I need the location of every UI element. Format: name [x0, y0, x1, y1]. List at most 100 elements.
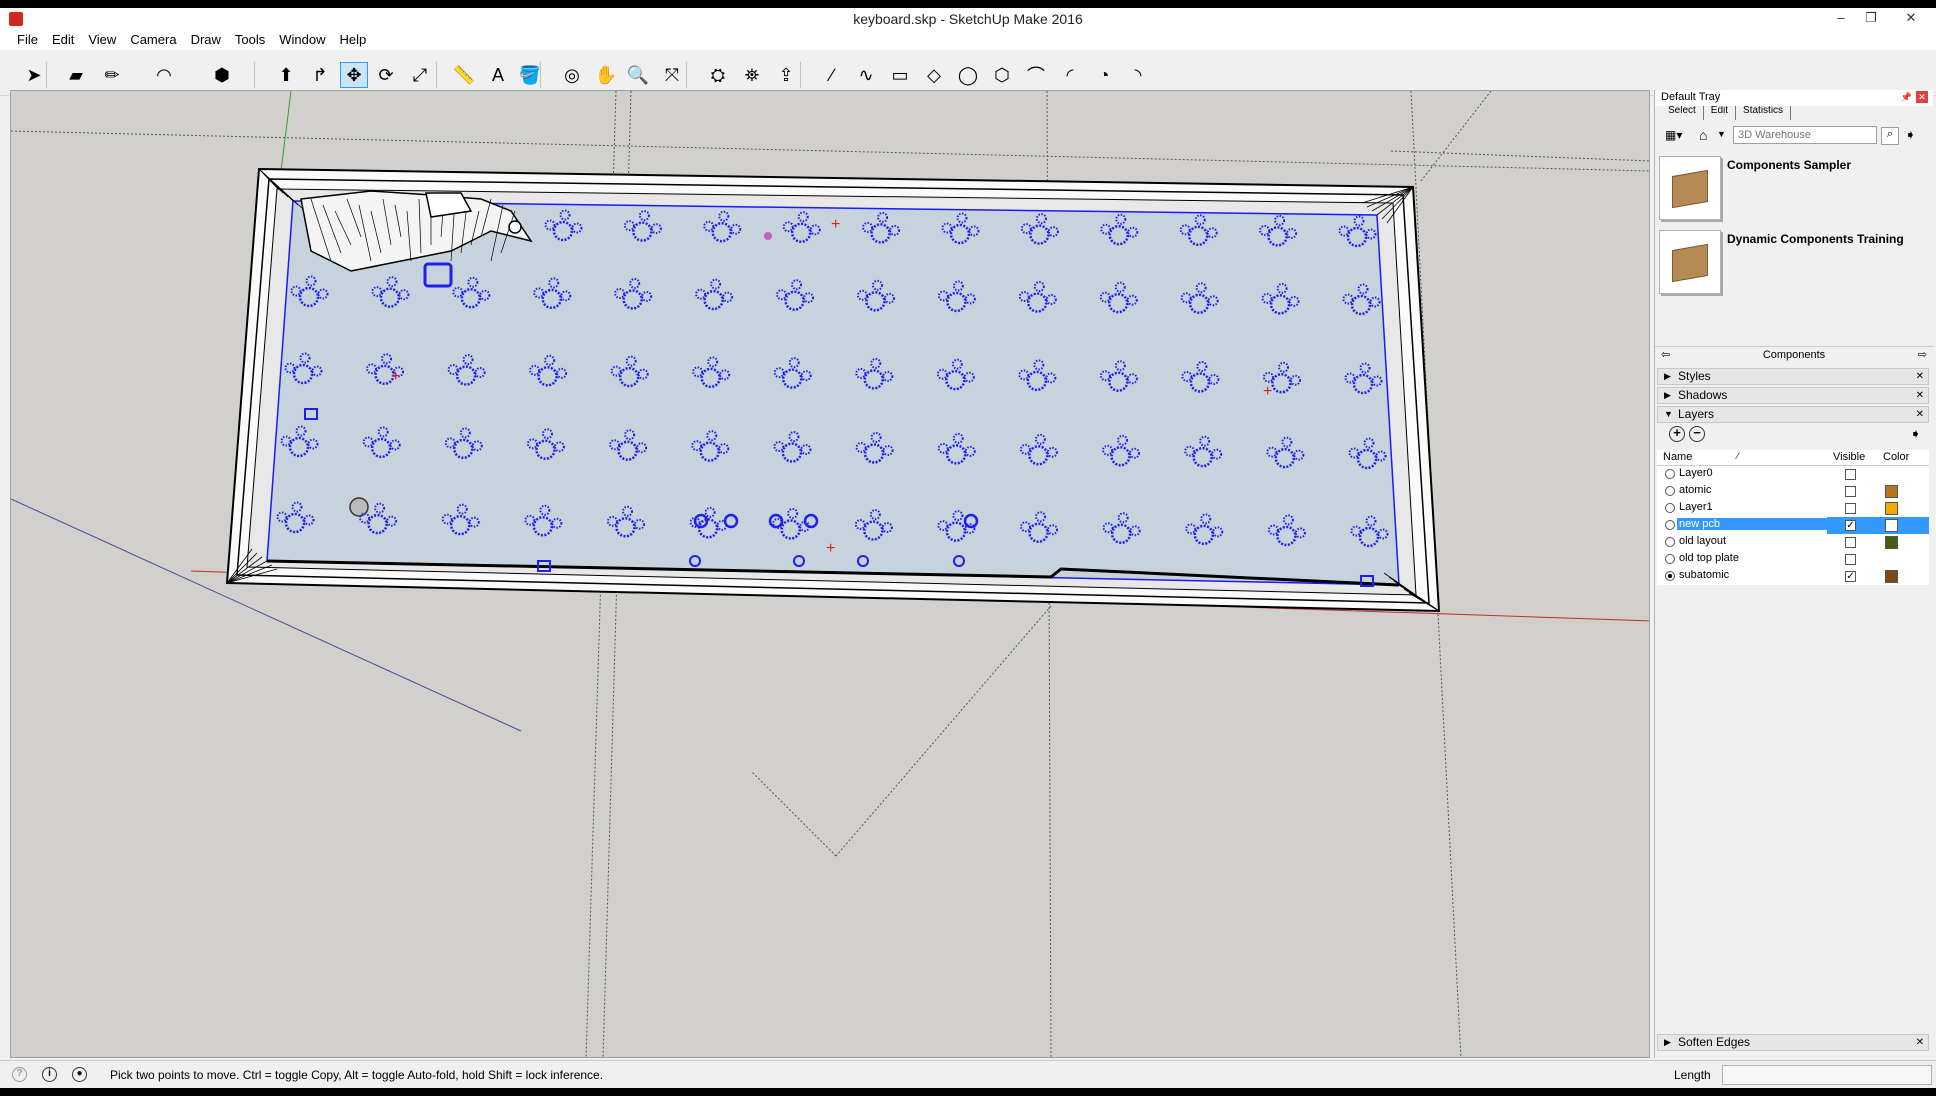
component-name[interactable]: Components Sampler [1727, 158, 1851, 172]
pin-icon[interactable]: 📌 [1901, 92, 1912, 103]
add-layer-icon[interactable]: + [1669, 426, 1685, 442]
visible-checkbox[interactable] [1845, 537, 1856, 548]
arc-center-tool-icon[interactable]: ◝ [1124, 62, 1152, 88]
arc-3pt-tool-icon[interactable]: ◜ [1056, 62, 1084, 88]
push-pull-tool-icon[interactable]: ⬆ [272, 62, 300, 88]
maximize-button[interactable]: ❐ [1856, 8, 1886, 30]
styles-panel-header[interactable]: ▶ Styles ✕ [1657, 368, 1929, 385]
active-layer-radio[interactable] [1665, 520, 1675, 530]
visible-checkbox[interactable] [1845, 469, 1856, 480]
component-item[interactable]: Components Sampler [1659, 156, 1925, 222]
close-window-button[interactable]: ✕ [1896, 8, 1926, 30]
rotated-rectangle-tool-icon[interactable]: ◇ [920, 62, 948, 88]
polygon-tool-icon[interactable]: ⬡ [988, 62, 1016, 88]
tab-edit[interactable]: Edit [1704, 106, 1737, 120]
user-account-icon[interactable]: ● [72, 1067, 87, 1082]
measurements-input[interactable] [1722, 1065, 1932, 1085]
close-panel-icon[interactable]: ✕ [1916, 369, 1924, 384]
layer-color-swatch[interactable] [1885, 536, 1898, 549]
active-layer-radio[interactable] [1665, 571, 1675, 581]
layer-name[interactable]: old top plate [1677, 552, 1839, 564]
line-tool-icon[interactable]: ✏ [98, 62, 126, 88]
minimize-button[interactable]: – [1826, 8, 1856, 30]
layer-row[interactable]: Layer0 [1657, 466, 1929, 483]
component-folder-thumbnail[interactable] [1659, 230, 1721, 294]
tape-measure-tool-icon[interactable]: 📏 [450, 62, 478, 88]
tray-close-icon[interactable]: ✕ [1916, 91, 1928, 103]
text-tool-icon[interactable]: A [484, 62, 512, 88]
layer-name[interactable]: Layer0 [1677, 467, 1839, 479]
menu-help[interactable]: Help [333, 30, 374, 50]
search-icon[interactable]: ⌕ [1881, 127, 1899, 145]
menu-draw[interactable]: Draw [184, 30, 228, 50]
drawing-viewport[interactable]: + + + + [10, 90, 1650, 1058]
visible-checkbox[interactable]: ✓ [1845, 520, 1856, 531]
tab-select[interactable]: Select [1661, 106, 1704, 120]
back-arrow-icon[interactable]: ⇦ [1661, 348, 1670, 361]
pcb-plate[interactable] [266, 200, 1400, 586]
layer-row[interactable]: Layer1 [1657, 500, 1929, 517]
extension-warehouse-icon[interactable]: ⛯ [738, 62, 766, 88]
freehand-curve-icon[interactable]: ∿ [852, 62, 880, 88]
warehouse-icon[interactable]: ⛭ [704, 62, 732, 88]
visible-checkbox[interactable] [1845, 554, 1856, 565]
eraser-tool-icon[interactable]: ▰ [62, 62, 90, 88]
component-item[interactable]: Dynamic Components Training [1659, 230, 1925, 296]
view-options-icon[interactable]: ▦▾ [1665, 128, 1682, 142]
menu-view[interactable]: View [81, 30, 123, 50]
column-name[interactable]: Name [1663, 451, 1692, 463]
shape-tool-icon[interactable]: ⬢ [208, 62, 236, 88]
column-visible[interactable]: Visible [1833, 451, 1865, 463]
layer-row[interactable]: old layout [1657, 534, 1929, 551]
active-layer-radio[interactable] [1665, 503, 1675, 513]
active-layer-radio[interactable] [1665, 486, 1675, 496]
menu-camera[interactable]: Camera [123, 30, 183, 50]
visible-checkbox[interactable] [1845, 486, 1856, 497]
pie-tool-icon[interactable]: ◔ [1090, 62, 1118, 88]
menu-tools[interactable]: Tools [228, 30, 272, 50]
layer-name[interactable]: subatomic [1677, 569, 1839, 581]
zoom-tool-icon[interactable]: 🔍 [624, 62, 652, 88]
home-icon[interactable]: ⌂ [1699, 127, 1707, 143]
column-color[interactable]: Color [1883, 451, 1909, 463]
freehand-tool-icon[interactable]: ∕ [818, 62, 846, 88]
active-layer-radio[interactable] [1665, 537, 1675, 547]
tab-statistics[interactable]: Statistics [1736, 106, 1792, 120]
menu-file[interactable]: File [10, 30, 45, 50]
select-tool-icon[interactable]: ➤ [20, 62, 48, 88]
close-panel-icon[interactable]: ✕ [1916, 1035, 1924, 1050]
layer-color-swatch[interactable] [1885, 502, 1898, 515]
scale-tool-icon[interactable]: ⤢ [406, 62, 434, 88]
zoom-extents-tool-icon[interactable]: ⤧ [658, 62, 686, 88]
layer-color-swatch[interactable] [1885, 485, 1898, 498]
layer-name[interactable]: new pcb [1677, 518, 1839, 530]
layer-name[interactable]: Layer1 [1677, 501, 1839, 513]
layer-row[interactable]: atomic [1657, 483, 1929, 500]
layer-row[interactable]: new pcb ✓ [1657, 517, 1929, 534]
active-layer-radio[interactable] [1665, 469, 1675, 479]
close-panel-icon[interactable]: ✕ [1916, 407, 1924, 422]
model-scene[interactable]: + + + + [11, 91, 1650, 1058]
close-panel-icon[interactable]: ✕ [1916, 388, 1924, 403]
remove-layer-icon[interactable]: − [1689, 426, 1705, 442]
search-input[interactable] [1733, 126, 1877, 144]
paint-bucket-tool-icon[interactable]: 🪣 [516, 62, 544, 88]
circle-tool-icon[interactable]: ◯ [954, 62, 982, 88]
rectangle-tool-icon[interactable]: ▭ [886, 62, 914, 88]
pan-tool-icon[interactable]: ✋ [592, 62, 620, 88]
visible-checkbox[interactable] [1845, 503, 1856, 514]
layers-panel-header[interactable]: ▼ Layers ✕ [1657, 406, 1929, 423]
orbit-tool-icon[interactable]: ◎ [558, 62, 586, 88]
forward-arrow-icon[interactable]: ➧ [1905, 127, 1916, 143]
chevron-down-icon[interactable]: ▼ [1717, 129, 1726, 139]
layer-color-swatch[interactable] [1885, 570, 1898, 583]
component-name[interactable]: Dynamic Components Training [1727, 232, 1904, 246]
layer-name[interactable]: old layout [1677, 535, 1839, 547]
shadows-panel-header[interactable]: ▶ Shadows ✕ [1657, 387, 1929, 404]
layer-name[interactable]: atomic [1677, 484, 1839, 496]
credits-icon[interactable]: i [42, 1067, 57, 1082]
menu-window[interactable]: Window [272, 30, 332, 50]
component-folder-thumbnail[interactable] [1659, 156, 1721, 220]
layer-row[interactable]: old top plate [1657, 551, 1929, 568]
arc-2pt-tool-icon[interactable]: ⌒ [1022, 62, 1050, 88]
